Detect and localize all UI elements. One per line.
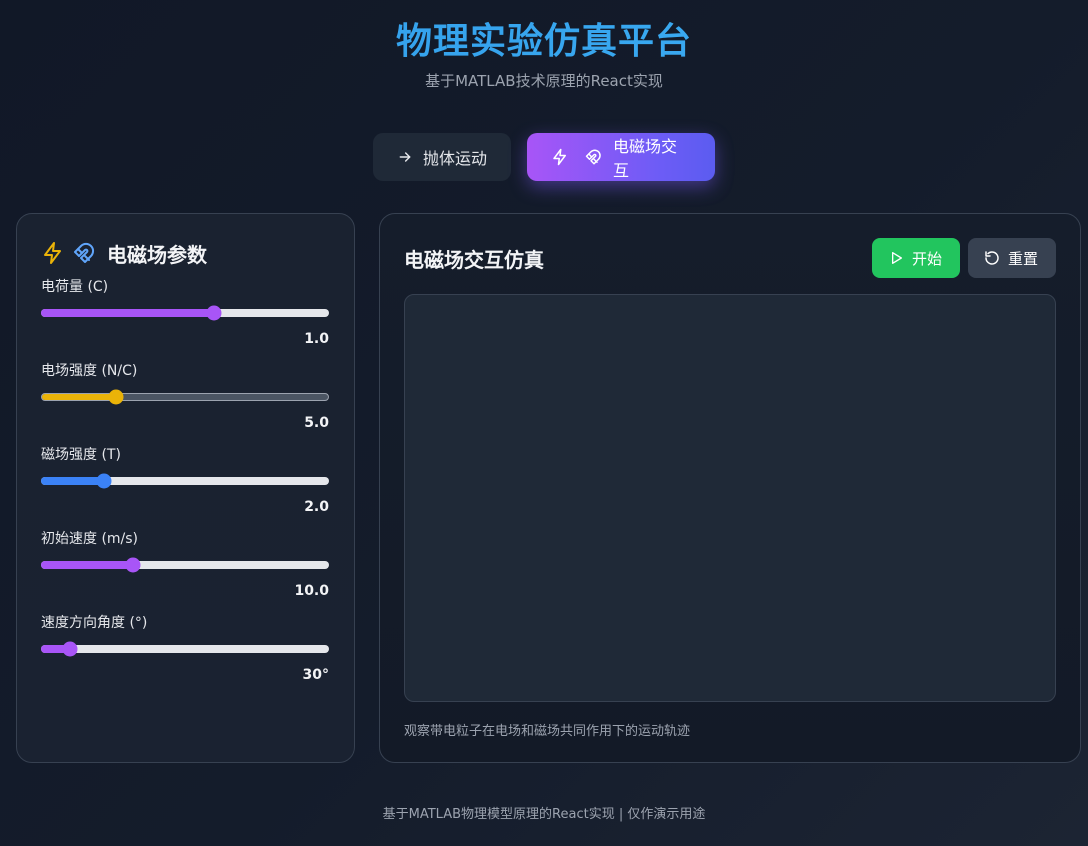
simulation-title: 电磁场交互仿真 — [404, 247, 544, 272]
velocity-angle-slider[interactable] — [41, 641, 329, 657]
slider-thumb[interactable] — [62, 641, 78, 657]
lightning-icon — [41, 241, 65, 265]
play-icon — [888, 250, 904, 266]
param-label: 磁场强度 (T) — [41, 447, 121, 463]
simulation-caption: 观察带电粒子在电场和磁场共同作用下的运动轨迹 — [404, 724, 691, 739]
app-root: 物理实验仿真平台 基于MATLAB技术原理的React实现 抛体运动 电磁场交互 — [0, 0, 1088, 846]
slider-fill — [41, 561, 134, 569]
lightning-icon — [551, 148, 569, 166]
initial-velocity-slider[interactable] — [41, 557, 329, 573]
slider-thumb[interactable] — [206, 305, 222, 321]
start-button-label: 开始 — [912, 249, 943, 268]
parameter-panel-header: 电磁场参数 — [41, 238, 330, 268]
footer-text: 基于MATLAB物理模型原理的React实现 | 仅作演示用途 — [382, 807, 706, 822]
param-label: 电荷量 (C) — [41, 279, 109, 295]
slider-thumb[interactable] — [96, 473, 112, 489]
magnetic-field-slider[interactable] — [41, 473, 329, 489]
param-value: 10.0 — [294, 583, 329, 599]
parameter-panel-title: 电磁场参数 — [107, 242, 207, 267]
param-label: 初始速度 (m/s) — [41, 531, 139, 547]
simulation-controls: 开始 重置 — [872, 238, 1056, 278]
reset-icon — [984, 250, 1000, 266]
electric-field-slider[interactable] — [41, 389, 329, 405]
simulation-canvas[interactable] — [404, 294, 1056, 702]
param-label: 速度方向角度 (°) — [41, 615, 148, 631]
magnet-icon — [73, 241, 97, 265]
tab-projectile-motion[interactable]: 抛体运动 — [373, 133, 511, 181]
tab-label: 抛体运动 — [423, 149, 488, 168]
magnet-icon — [585, 148, 603, 166]
slider-thumb[interactable] — [108, 389, 124, 405]
parameter-panel: 电磁场参数 电荷量 (C) 1.0 电场强度 (N/C) 5.0 磁场强度 (T… — [16, 213, 355, 763]
slider-fill — [42, 394, 117, 400]
reset-button-label: 重置 — [1008, 249, 1039, 268]
param-electric-field: 电场强度 (N/C) 5.0 — [41, 362, 330, 446]
param-charge: 电荷量 (C) 1.0 — [41, 278, 330, 362]
simulation-header: 电磁场交互仿真 开始 重置 — [404, 238, 1056, 278]
header: 物理实验仿真平台 基于MATLAB技术原理的React实现 — [0, 18, 1088, 91]
page-subtitle: 基于MATLAB技术原理的React实现 — [425, 72, 663, 90]
simulation-panel: 电磁场交互仿真 开始 重置 观察带电粒子在电场和磁场共同作用下的运动轨迹 — [379, 213, 1081, 763]
slider-fill — [41, 477, 105, 485]
param-value: 2.0 — [304, 499, 329, 515]
slider-fill — [41, 309, 214, 317]
param-velocity-angle: 速度方向角度 (°) 30° — [41, 614, 330, 698]
tab-label: 电磁场交互 — [613, 137, 678, 180]
charge-slider[interactable] — [41, 305, 329, 321]
tab-bar: 抛体运动 电磁场交互 — [0, 133, 1088, 181]
param-magnetic-field: 磁场强度 (T) 2.0 — [41, 446, 330, 530]
param-value: 30° — [302, 667, 329, 683]
reset-button[interactable]: 重置 — [968, 238, 1056, 278]
param-label: 电场强度 (N/C) — [41, 363, 138, 379]
param-value: 5.0 — [304, 415, 329, 431]
param-value: 1.0 — [304, 331, 329, 347]
page-title: 物理实验仿真平台 — [0, 18, 1088, 66]
start-button[interactable]: 开始 — [872, 238, 960, 278]
slider-thumb[interactable] — [125, 557, 141, 573]
param-initial-velocity: 初始速度 (m/s) 10.0 — [41, 530, 330, 614]
tab-electromagnetic[interactable]: 电磁场交互 — [527, 133, 715, 181]
arrow-right-icon — [397, 149, 413, 165]
